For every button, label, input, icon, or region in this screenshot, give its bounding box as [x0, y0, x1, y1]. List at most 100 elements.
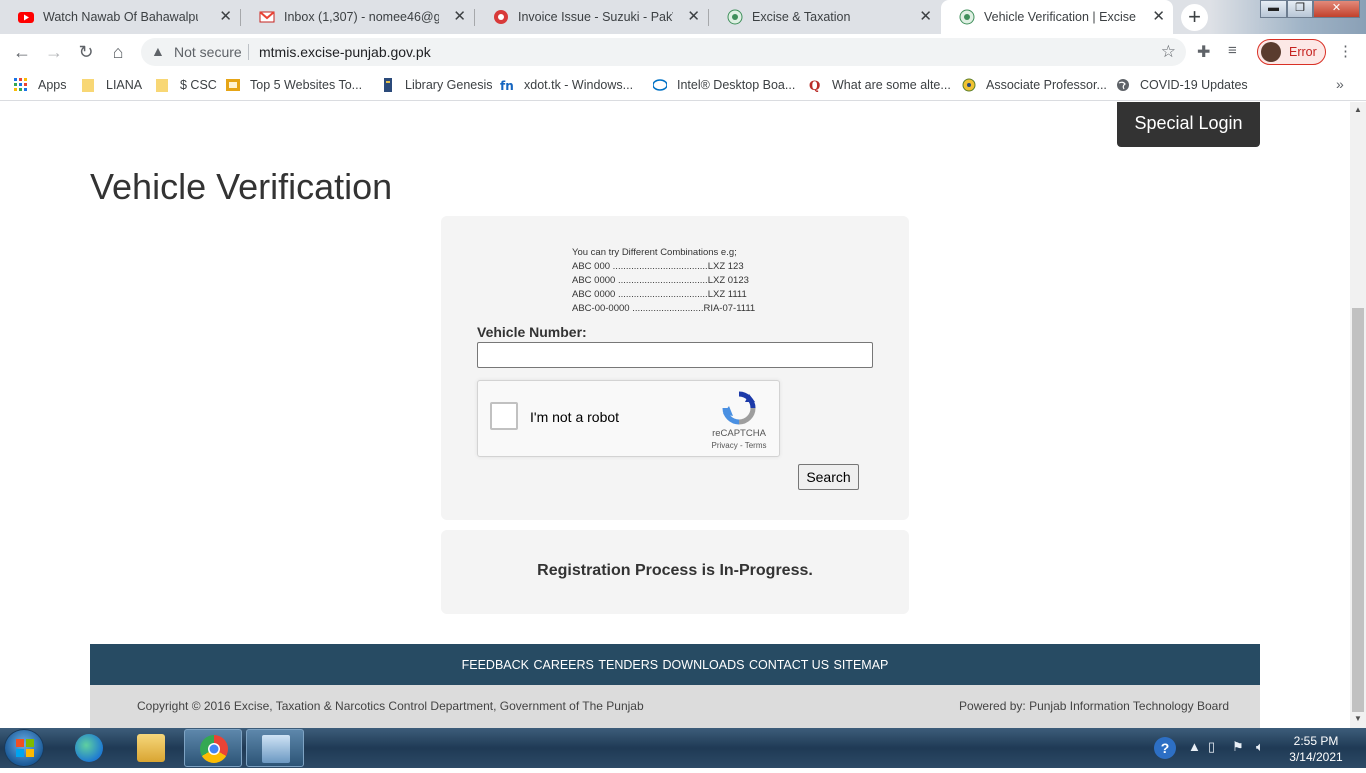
tab-excise-taxation[interactable]: Excise & Taxation ✕	[709, 0, 940, 34]
recaptcha-privacy-link[interactable]: Privacy	[712, 441, 738, 450]
volume-icon[interactable]: 🔈︎	[1256, 739, 1264, 755]
page-scrollbar[interactable]: ▲ ▼	[1350, 102, 1366, 728]
gmail-icon	[259, 9, 275, 25]
hint-left: ABC 0000	[572, 289, 616, 300]
footer-link-feedback[interactable]: FEEDBACK	[462, 658, 529, 672]
media-control-icon[interactable]: ≡	[1228, 42, 1237, 59]
footer-link-sitemap[interactable]: SITEMAP	[834, 658, 889, 672]
bookmark-label: $ CSC	[180, 78, 217, 92]
hint-dots: ....................................	[612, 261, 708, 272]
footer-link-downloads[interactable]: DOWNLOADS	[663, 658, 745, 672]
reload-icon[interactable]: ↻	[74, 40, 98, 64]
bookmark-quora[interactable]: Q What are some alte...	[808, 76, 951, 94]
bookmarks-bar: Apps LIANA $ CSC Top 5 Websites To... Li…	[0, 70, 1366, 101]
apps-grid-icon	[14, 78, 28, 92]
footer-navigation: FEEDBACK CAREERS TENDERS DOWNLOADS CONTA…	[90, 644, 1260, 685]
device-icon[interactable]: ▯	[1208, 739, 1215, 755]
scrollbar-thumb[interactable]	[1352, 308, 1364, 712]
taskbar-file-explorer[interactable]	[122, 729, 180, 767]
close-icon[interactable]: ✕	[919, 9, 932, 25]
close-icon[interactable]: ✕	[687, 9, 700, 25]
warning-icon[interactable]: ▲	[151, 43, 165, 59]
bookmark-intel[interactable]: Intel® Desktop Boa...	[652, 76, 795, 94]
start-button[interactable]	[4, 729, 44, 767]
back-icon[interactable]: ←	[10, 40, 34, 64]
bookmark-associate-professor[interactable]: Associate Professor...	[962, 76, 1107, 94]
recaptcha-checkbox[interactable]	[490, 402, 518, 430]
remote-desktop-icon	[262, 735, 290, 763]
minimize-button[interactable]: ▬	[1260, 0, 1287, 18]
profile-button[interactable]: Error	[1257, 39, 1326, 65]
globe-icon	[1116, 78, 1130, 92]
security-status[interactable]: Not secure	[174, 44, 242, 60]
footer-link-tenders[interactable]: TENDERS	[598, 658, 658, 672]
edge-icon	[75, 734, 103, 762]
profile-status: Error	[1289, 45, 1317, 59]
format-hints: You can try Different Combinations e.g; …	[572, 246, 755, 316]
taskbar-remote-desktop[interactable]	[246, 729, 304, 767]
search-button[interactable]: Search	[798, 464, 859, 490]
bookmark-liana[interactable]: LIANA	[82, 76, 142, 94]
maximize-button[interactable]: ❐	[1287, 0, 1313, 18]
tab-gmail[interactable]: Inbox (1,307) - nomee46@gmai ✕	[241, 0, 474, 34]
bookmark-libgen[interactable]: Library Genesis	[381, 76, 493, 94]
scroll-up-arrow-icon[interactable]: ▲	[1354, 105, 1362, 114]
scroll-down-arrow-icon[interactable]: ▼	[1354, 714, 1362, 723]
registration-status-message: Registration Process is In-Progress.	[537, 562, 813, 579]
vehicle-number-input[interactable]	[477, 342, 873, 368]
tab-title: Invoice Issue - Suzuki - PakWhe	[518, 10, 673, 24]
window-controls: ▬ ❐ ✕	[1260, 0, 1366, 18]
hint-right: LXZ 0123	[707, 275, 749, 286]
kebab-menu-icon[interactable]: ⋮	[1338, 42, 1353, 60]
close-icon[interactable]: ✕	[219, 9, 232, 25]
status-card: Registration Process is In-Progress.	[441, 530, 909, 614]
site-icon: fn	[500, 78, 514, 93]
show-hidden-icons-icon[interactable]: ▲	[1188, 739, 1201, 754]
browser-tab-strip: Watch Nawab Of Bahawalpur's l ✕ Inbox (1…	[0, 0, 1366, 34]
emblem-icon	[962, 78, 976, 92]
taskbar-chrome[interactable]	[184, 729, 242, 767]
special-login-button[interactable]: Special Login	[1117, 102, 1260, 147]
new-tab-button[interactable]: +	[1181, 4, 1208, 31]
footer-link-contact-us[interactable]: CONTACT US	[749, 658, 829, 672]
extensions-icon[interactable]: ✚	[1197, 42, 1210, 62]
svg-text:fn: fn	[500, 79, 514, 92]
tab-pakwheels[interactable]: Invoice Issue - Suzuki - PakWhe ✕	[475, 0, 708, 34]
page-viewport: Special Login Vehicle Verification You c…	[0, 102, 1350, 728]
file-explorer-icon	[137, 734, 165, 762]
home-icon[interactable]: ⌂	[106, 40, 130, 64]
window-close-button[interactable]: ✕	[1313, 0, 1360, 18]
bookmark-label: Library Genesis	[405, 78, 493, 92]
footer-link-careers[interactable]: CAREERS	[533, 658, 593, 672]
bookmark-top5[interactable]: Top 5 Websites To...	[226, 76, 362, 94]
recaptcha-link-separator: -	[737, 441, 745, 450]
tab-youtube[interactable]: Watch Nawab Of Bahawalpur's l ✕	[0, 0, 240, 34]
address-bar[interactable]: ▲ Not secure mtmis.excise-punjab.gov.pk …	[141, 38, 1186, 66]
taskbar-edge[interactable]	[60, 729, 118, 767]
bookmark-csc[interactable]: $ CSC	[156, 76, 217, 94]
bookmark-xdot[interactable]: fn xdot.tk - Windows...	[500, 76, 633, 94]
bookmark-covid[interactable]: COVID-19 Updates	[1116, 76, 1248, 94]
clock-time[interactable]: 2:55 PM	[1290, 734, 1342, 748]
folder-icon	[156, 78, 170, 92]
bookmark-label: LIANA	[106, 78, 143, 92]
bookmark-label: What are some alte...	[832, 78, 951, 92]
forward-icon[interactable]: →	[42, 40, 66, 64]
clock-date[interactable]: 3/14/2021	[1284, 750, 1348, 764]
close-icon[interactable]: ✕	[1152, 9, 1165, 25]
url-text[interactable]: mtmis.excise-punjab.gov.pk	[259, 44, 431, 60]
tab-vehicle-verification[interactable]: Vehicle Verification | Excise & Ta ✕	[941, 0, 1173, 34]
action-center-flag-icon[interactable]: ⚑	[1232, 739, 1244, 755]
help-icon[interactable]: ?	[1154, 737, 1176, 759]
recaptcha-terms-link[interactable]: Terms	[745, 441, 767, 450]
folder-icon	[82, 78, 96, 92]
bookmark-star-icon[interactable]: ☆	[1161, 42, 1176, 62]
copyright-text: Copyright © 2016 Excise, Taxation & Narc…	[137, 699, 644, 713]
close-icon[interactable]: ✕	[453, 9, 466, 25]
bookmark-apps[interactable]: Apps	[14, 76, 67, 94]
tab-title: Watch Nawab Of Bahawalpur's l	[43, 10, 198, 24]
hint-right: LXZ 123	[707, 261, 744, 272]
library-icon	[381, 78, 395, 92]
hint-right: RIA-07-1111	[703, 303, 756, 314]
bookmarks-overflow-icon[interactable]: »	[1336, 76, 1344, 92]
